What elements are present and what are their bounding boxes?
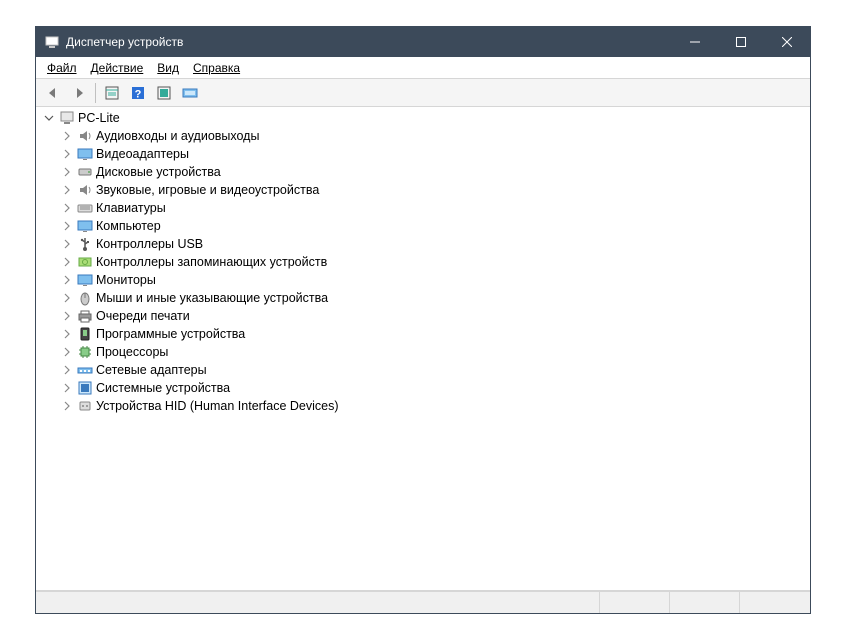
toolbar-separator xyxy=(95,83,96,103)
status-main xyxy=(36,592,600,613)
system-icon xyxy=(77,380,93,396)
expand-toggle[interactable] xyxy=(60,203,74,213)
hid-icon xyxy=(77,398,93,414)
expand-toggle[interactable] xyxy=(60,239,74,249)
tree-category[interactable]: Сетевые адаптеры xyxy=(36,361,810,379)
cpu-icon xyxy=(77,344,93,360)
expand-toggle[interactable] xyxy=(60,347,74,357)
tree-category-label: Компьютер xyxy=(96,219,167,233)
tree-category-label: Мыши и иные указывающие устройства xyxy=(96,291,334,305)
svg-text:?: ? xyxy=(135,88,142,100)
expand-toggle[interactable] xyxy=(60,185,74,195)
status-cell-1 xyxy=(600,592,670,613)
window-title: Диспетчер устройств xyxy=(66,35,672,49)
tree-category[interactable]: Клавиатуры xyxy=(36,199,810,217)
tree-category-label: Контроллеры USB xyxy=(96,237,209,251)
forward-button[interactable] xyxy=(67,81,91,105)
tree-category-label: Звуковые, игровые и видеоустройства xyxy=(96,183,325,197)
expand-toggle[interactable] xyxy=(60,293,74,303)
expand-toggle[interactable] xyxy=(60,401,74,411)
computer-root-icon xyxy=(59,110,75,126)
menu-help[interactable]: Справка xyxy=(186,59,247,77)
show-hidden-button[interactable] xyxy=(178,81,202,105)
tree-category[interactable]: Дисковые устройства xyxy=(36,163,810,181)
sound-icon xyxy=(77,182,93,198)
expand-toggle[interactable] xyxy=(60,329,74,339)
menu-action[interactable]: Действие xyxy=(84,59,151,77)
usb-icon xyxy=(77,236,93,252)
app-icon xyxy=(44,34,60,50)
properties-button[interactable] xyxy=(100,81,124,105)
disk-icon xyxy=(77,164,93,180)
tree-category-label: Аудиовходы и аудиовыходы xyxy=(96,129,265,143)
status-cell-3 xyxy=(740,592,810,613)
tree-category-label: Мониторы xyxy=(96,273,162,287)
collapse-toggle[interactable] xyxy=(42,113,56,123)
tree-category[interactable]: Аудиовходы и аудиовыходы xyxy=(36,127,810,145)
tree-category[interactable]: Контроллеры запоминающих устройств xyxy=(36,253,810,271)
expand-toggle[interactable] xyxy=(60,221,74,231)
back-button[interactable] xyxy=(41,81,65,105)
status-cell-2 xyxy=(670,592,740,613)
tree-category[interactable]: Контроллеры USB xyxy=(36,235,810,253)
tree-category[interactable]: Компьютер xyxy=(36,217,810,235)
monitor-icon xyxy=(77,272,93,288)
expand-toggle[interactable] xyxy=(60,383,74,393)
toolbar: ? xyxy=(36,79,810,107)
menubar: Файл Действие Вид Справка xyxy=(36,57,810,79)
expand-toggle[interactable] xyxy=(60,275,74,285)
tree-category[interactable]: Мониторы xyxy=(36,271,810,289)
tree-category[interactable]: Звуковые, игровые и видеоустройства xyxy=(36,181,810,199)
audio-icon xyxy=(77,128,93,144)
expand-toggle[interactable] xyxy=(60,311,74,321)
device-manager-window: Диспетчер устройств Файл Действие Вид Сп… xyxy=(35,26,811,614)
tree-category-label: Дисковые устройства xyxy=(96,165,227,179)
maximize-button[interactable] xyxy=(718,27,764,57)
tree-category-label: Контроллеры запоминающих устройств xyxy=(96,255,333,269)
tree-category-label: Системные устройства xyxy=(96,381,236,395)
tree-category-label: Очереди печати xyxy=(96,309,196,323)
mouse-icon xyxy=(77,290,93,306)
tree-category-label: Устройства HID (Human Interface Devices) xyxy=(96,399,345,413)
tree-category[interactable]: Видеоадаптеры xyxy=(36,145,810,163)
tree-root-label: PC-Lite xyxy=(78,111,126,125)
tree-category-label: Процессоры xyxy=(96,345,174,359)
tree-category-label: Клавиатуры xyxy=(96,201,172,215)
minimize-button[interactable] xyxy=(672,27,718,57)
storage-icon xyxy=(77,254,93,270)
printer-icon xyxy=(77,308,93,324)
display-icon xyxy=(77,146,93,162)
software-icon xyxy=(77,326,93,342)
menu-file[interactable]: Файл xyxy=(40,59,84,77)
window-controls xyxy=(672,27,810,57)
tree-category-label: Программные устройства xyxy=(96,327,251,341)
tree-category-label: Сетевые адаптеры xyxy=(96,363,213,377)
titlebar[interactable]: Диспетчер устройств xyxy=(36,27,810,57)
tree-category[interactable]: Программные устройства xyxy=(36,325,810,343)
expand-toggle[interactable] xyxy=(60,167,74,177)
statusbar xyxy=(36,591,810,613)
tree-root[interactable]: PC-Lite xyxy=(36,109,810,127)
help-button[interactable]: ? xyxy=(126,81,150,105)
computer-icon xyxy=(77,218,93,234)
tree-category-label: Видеоадаптеры xyxy=(96,147,195,161)
expand-toggle[interactable] xyxy=(60,131,74,141)
scan-hardware-button[interactable] xyxy=(152,81,176,105)
expand-toggle[interactable] xyxy=(60,149,74,159)
menu-view[interactable]: Вид xyxy=(150,59,186,77)
tree-category[interactable]: Мыши и иные указывающие устройства xyxy=(36,289,810,307)
keyboard-icon xyxy=(77,200,93,216)
network-icon xyxy=(77,362,93,378)
tree-category[interactable]: Процессоры xyxy=(36,343,810,361)
close-button[interactable] xyxy=(764,27,810,57)
tree-category[interactable]: Очереди печати xyxy=(36,307,810,325)
tree-category[interactable]: Устройства HID (Human Interface Devices) xyxy=(36,397,810,415)
device-tree[interactable]: PC-Lite Аудиовходы и аудиовыходы Видеоада… xyxy=(36,107,810,591)
expand-toggle[interactable] xyxy=(60,257,74,267)
tree-category[interactable]: Системные устройства xyxy=(36,379,810,397)
expand-toggle[interactable] xyxy=(60,365,74,375)
